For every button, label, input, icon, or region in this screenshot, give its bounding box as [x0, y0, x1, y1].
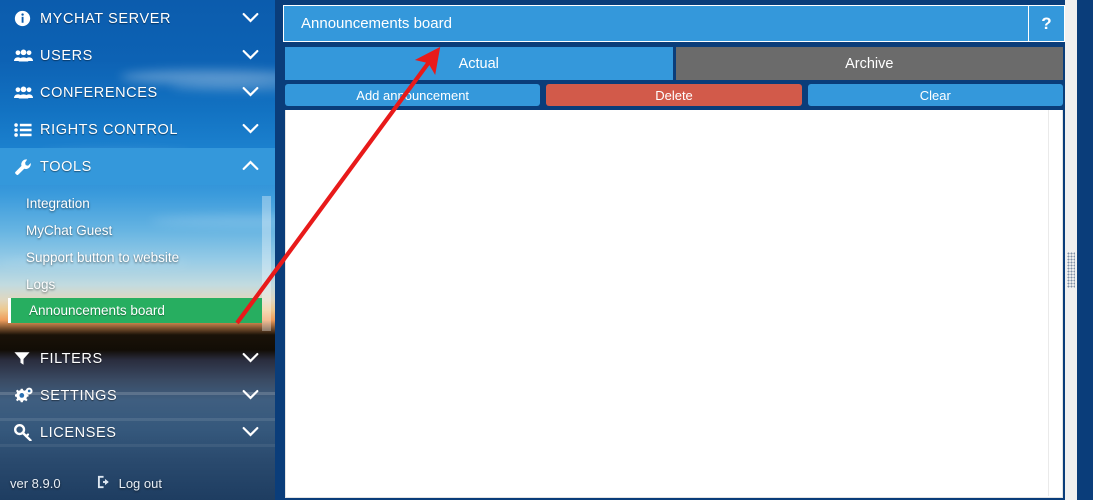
chevron-down-icon[interactable] [242, 48, 259, 64]
sidebar-footer: ver 8.9.0 Log out [0, 466, 275, 500]
info-circle-icon [14, 10, 40, 27]
chevron-down-icon[interactable] [242, 11, 259, 27]
logout-button[interactable]: Log out [97, 475, 162, 492]
sidebar-item-filters[interactable]: FILTERS [0, 340, 275, 377]
toolbar: Add announcement Delete Clear [285, 84, 1063, 106]
page-title: Announcements board [283, 5, 1028, 42]
sidebar-item-settings[interactable]: SETTINGS [0, 377, 275, 414]
sidebar-item-label: FILTERS [40, 350, 103, 367]
tab-archive[interactable]: Archive [675, 47, 1063, 80]
help-button[interactable]: ? [1028, 5, 1065, 42]
tab-label: Archive [845, 55, 894, 72]
tab-bar: Actual Archive [285, 47, 1063, 80]
gears-icon [14, 387, 40, 404]
list-icon [14, 122, 40, 137]
sidebar-item-licenses[interactable]: LICENSES [0, 414, 275, 451]
page-scrollbar-track[interactable] [1065, 0, 1077, 500]
sidebar-subitem-label: Support button to website [26, 250, 180, 265]
add-announcement-button[interactable]: Add announcement [285, 84, 541, 106]
sidebar-subitem-label: Integration [26, 196, 90, 211]
tab-actual[interactable]: Actual [285, 47, 673, 80]
chevron-down-icon[interactable] [242, 388, 259, 404]
button-label: Add announcement [356, 87, 470, 103]
sidebar-subitem-announcements-board[interactable]: Announcements board [8, 298, 262, 323]
sidebar-subitem-logs[interactable]: Logs [0, 271, 275, 298]
sidebar-item-label: TOOLS [40, 158, 92, 175]
page-scrollbar[interactable] [1065, 0, 1093, 500]
sidebar-subitem-label: Logs [26, 277, 56, 292]
page-title-bar: Announcements board ? [283, 5, 1065, 42]
sidebar-item-users[interactable]: USERS [0, 37, 275, 74]
chevron-down-icon[interactable] [242, 351, 259, 367]
question-mark-icon: ? [1041, 13, 1052, 33]
announcements-list[interactable] [285, 110, 1063, 498]
sidebar-item-label: CONFERENCES [40, 84, 158, 101]
tab-label: Actual [458, 55, 499, 72]
button-label: Delete [655, 87, 693, 103]
version-label: ver 8.9.0 [10, 475, 61, 491]
sidebar-item-rights-control[interactable]: RIGHTS CONTROL [0, 111, 275, 148]
chevron-up-icon[interactable] [242, 159, 259, 175]
sidebar-menu: MYCHAT SERVER USERS CONFERENCES RIGHTS C… [0, 0, 275, 451]
resize-grip-icon[interactable] [1067, 252, 1075, 288]
sign-out-icon [97, 475, 112, 492]
sidebar-subitem-mychat-guest[interactable]: MyChat Guest [0, 217, 275, 244]
sidebar-subitem-label: Announcements board [29, 303, 165, 318]
clear-button[interactable]: Clear [807, 84, 1063, 106]
sidebar-item-tools[interactable]: TOOLS [0, 148, 275, 185]
users-icon [14, 48, 40, 63]
app-window: MYCHAT SERVER USERS CONFERENCES RIGHTS C… [0, 0, 1093, 500]
sidebar-item-mychat-server[interactable]: MYCHAT SERVER [0, 0, 275, 37]
funnel-icon [14, 351, 40, 366]
sidebar-item-conferences[interactable]: CONFERENCES [0, 74, 275, 111]
sidebar-item-label: MYCHAT SERVER [40, 10, 172, 27]
sidebar-item-label: USERS [40, 47, 93, 64]
chevron-down-icon[interactable] [242, 122, 259, 138]
page-title-text: Announcements board [301, 15, 452, 32]
chevron-down-icon[interactable] [242, 85, 259, 101]
delete-button[interactable]: Delete [546, 84, 802, 106]
sidebar-item-label: SETTINGS [40, 387, 118, 404]
sidebar-item-label: RIGHTS CONTROL [40, 121, 179, 138]
sidebar-subitem-support-button-to-website[interactable]: Support button to website [0, 244, 275, 271]
chevron-down-icon[interactable] [242, 425, 259, 441]
sidebar-subitem-label: MyChat Guest [26, 223, 113, 238]
main-panel: Announcements board ? Actual Archive Add… [283, 0, 1065, 500]
key-icon [14, 424, 40, 441]
sidebar-subitem-integration[interactable]: Integration [0, 190, 275, 217]
sidebar-item-label: LICENSES [40, 424, 117, 441]
users-icon [14, 85, 40, 100]
content-scrollbar[interactable] [1048, 110, 1062, 496]
sidebar: MYCHAT SERVER USERS CONFERENCES RIGHTS C… [0, 0, 275, 500]
button-label: Clear [919, 87, 951, 103]
sidebar-scrollbar-thumb[interactable] [262, 196, 271, 331]
wrench-icon [14, 158, 40, 176]
logout-label: Log out [118, 475, 162, 491]
